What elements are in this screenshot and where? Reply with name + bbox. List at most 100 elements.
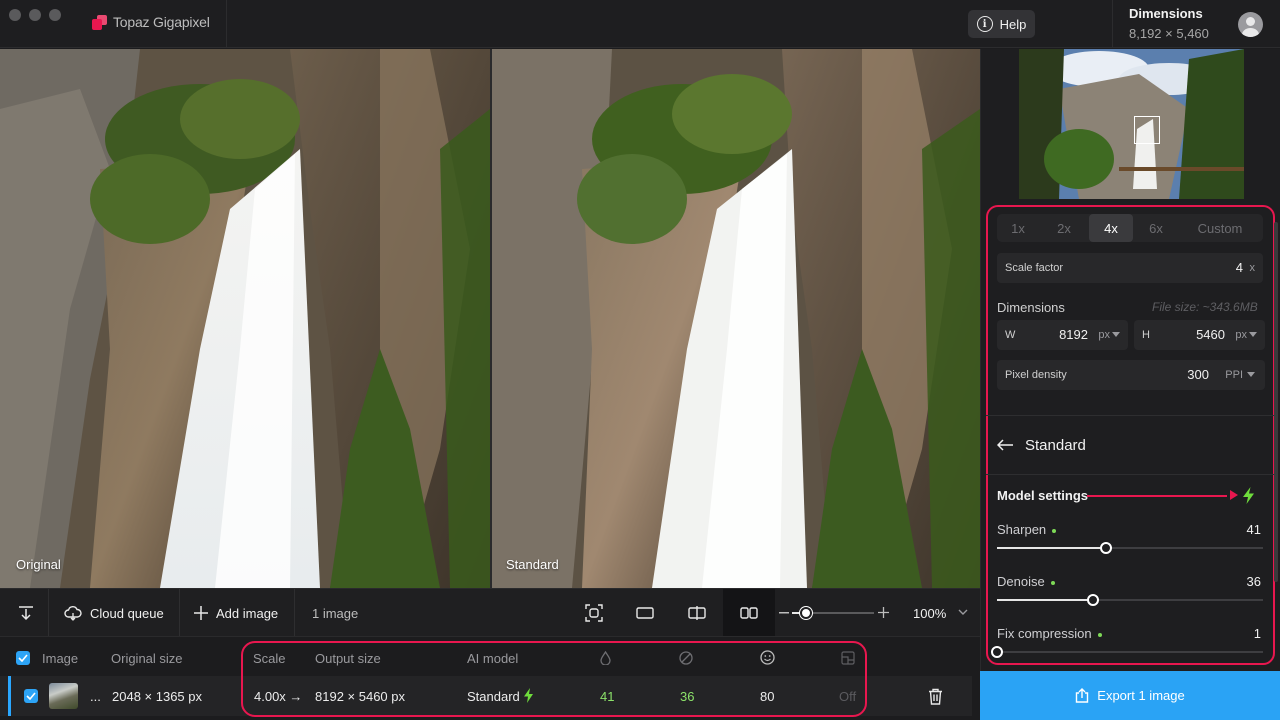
single-view-icon bbox=[627, 595, 663, 631]
sharpen-slider-handle[interactable] bbox=[1100, 542, 1112, 554]
zoom-value: 100% bbox=[913, 605, 947, 621]
width-value[interactable]: 8192 bbox=[1059, 327, 1088, 342]
image-count: 1 image bbox=[312, 605, 359, 621]
sharpen-slider-fill bbox=[997, 547, 1106, 549]
header-original-size[interactable]: Original size bbox=[111, 651, 183, 666]
model-back-button[interactable]: Standard bbox=[997, 436, 1157, 456]
output-dimensions: Dimensions 8,192 × 5,460 bbox=[1129, 6, 1209, 41]
file-size-hint: File size: ~343.6MB bbox=[1152, 300, 1258, 314]
width-unit[interactable]: px bbox=[1098, 329, 1110, 341]
model-name: Standard bbox=[1025, 437, 1086, 454]
denoise-value: 36 bbox=[1246, 574, 1261, 589]
fix-compression-value: 1 bbox=[1253, 626, 1261, 641]
dimensions-value: 8,192 × 5,460 bbox=[1129, 26, 1209, 41]
scale-option-4x[interactable]: 4x bbox=[1089, 214, 1133, 242]
scale-option-6x[interactable]: 6x bbox=[1137, 214, 1175, 242]
window-zoom-button[interactable] bbox=[49, 9, 61, 21]
sharpen-value: 41 bbox=[1246, 522, 1261, 537]
export-label: Export 1 image bbox=[1097, 688, 1185, 703]
width-field[interactable]: W 8192 px bbox=[997, 320, 1128, 350]
annotation-arrow bbox=[1087, 495, 1227, 497]
header-image[interactable]: Image bbox=[42, 651, 78, 666]
navigator-thumbnail bbox=[1019, 49, 1244, 199]
user-avatar[interactable] bbox=[1238, 12, 1263, 37]
plus-icon bbox=[194, 606, 208, 620]
scale-option-custom[interactable]: Custom bbox=[1179, 214, 1261, 242]
help-label: Help bbox=[999, 16, 1027, 32]
window-minimize-button[interactable] bbox=[29, 9, 41, 21]
pixel-density-label: Pixel density bbox=[1005, 369, 1067, 381]
cloud-queue-label: Cloud queue bbox=[90, 605, 164, 621]
split-view-button[interactable] bbox=[679, 589, 715, 637]
help-button[interactable]: i Help bbox=[968, 10, 1035, 38]
download-button[interactable] bbox=[8, 589, 44, 637]
divider bbox=[986, 415, 1275, 416]
height-unit-dropdown-icon[interactable] bbox=[1249, 332, 1257, 337]
add-image-button[interactable]: Add image bbox=[194, 589, 278, 637]
original-viewer[interactable]: Original bbox=[0, 49, 490, 588]
trash-icon[interactable] bbox=[928, 688, 943, 705]
scale-option-2x[interactable]: 2x bbox=[1043, 214, 1085, 242]
window-close-button[interactable] bbox=[9, 9, 21, 21]
arrow-left-icon bbox=[997, 439, 1013, 451]
row-selected-marker bbox=[8, 676, 11, 716]
scale-factor-field[interactable]: Scale factor 4 x bbox=[997, 253, 1263, 283]
enhanced-label: Standard bbox=[506, 557, 559, 572]
side-by-side-icon bbox=[731, 595, 767, 631]
row-checkbox[interactable] bbox=[24, 689, 38, 703]
row-original-size: 2048 × 1365 px bbox=[112, 689, 202, 704]
zoom-in-icon[interactable] bbox=[878, 607, 889, 618]
waterfall-image bbox=[0, 49, 490, 588]
panel-scrollbar[interactable] bbox=[1274, 222, 1278, 582]
pixel-density-dropdown-icon[interactable] bbox=[1247, 372, 1255, 377]
focus-view-button[interactable] bbox=[576, 589, 612, 637]
export-button[interactable]: Export 1 image bbox=[980, 671, 1280, 720]
cloud-queue-button[interactable]: Cloud queue bbox=[64, 589, 164, 637]
topaz-logo-icon bbox=[92, 14, 107, 30]
height-unit[interactable]: px bbox=[1235, 329, 1247, 341]
app-logo: Topaz Gigapixel bbox=[92, 14, 210, 30]
navigator-preview[interactable] bbox=[1019, 49, 1244, 199]
pixel-density-unit[interactable]: PPI bbox=[1225, 369, 1243, 381]
original-label: Original bbox=[16, 557, 61, 572]
denoise-label: Denoise bbox=[997, 574, 1055, 589]
enhanced-viewer[interactable]: Standard bbox=[492, 49, 980, 588]
fix-compression-slider-handle[interactable] bbox=[991, 646, 1003, 658]
scale-factor-value[interactable]: 4 bbox=[1236, 260, 1243, 275]
pixel-density-value[interactable]: 300 bbox=[1187, 367, 1209, 382]
height-field[interactable]: H 5460 px bbox=[1134, 320, 1265, 350]
highlight-box-row bbox=[241, 641, 867, 717]
zoom-dropdown-chevron-icon[interactable] bbox=[958, 609, 968, 616]
split-view-icon bbox=[679, 595, 715, 631]
single-view-button[interactable] bbox=[627, 589, 663, 637]
scan-face-icon bbox=[576, 595, 612, 631]
add-image-label: Add image bbox=[216, 605, 279, 621]
model-settings-label: Model settings bbox=[997, 488, 1089, 503]
info-icon: i bbox=[976, 16, 993, 32]
zoom-slider-handle[interactable] bbox=[800, 607, 812, 619]
height-label: H bbox=[1142, 329, 1150, 341]
height-value[interactable]: 5460 bbox=[1196, 327, 1225, 342]
dimensions-label: Dimensions bbox=[1129, 6, 1203, 21]
pixel-density-field[interactable]: Pixel density 300 PPI bbox=[997, 360, 1265, 390]
dimensions-section-label: Dimensions bbox=[997, 300, 1065, 315]
title-bar: Topaz Gigapixel i Help Dimensions 8,192 … bbox=[0, 0, 1280, 48]
row-thumbnail bbox=[49, 683, 78, 709]
annotation-arrow-head bbox=[1230, 490, 1238, 500]
scale-option-1x[interactable]: 1x bbox=[997, 214, 1039, 242]
navigator-viewport[interactable] bbox=[1134, 116, 1160, 144]
download-icon bbox=[8, 595, 44, 631]
share-export-icon bbox=[1076, 688, 1089, 703]
zoom-out-icon[interactable] bbox=[779, 612, 789, 614]
select-all-checkbox[interactable] bbox=[16, 651, 30, 665]
fix-compression-slider-track[interactable] bbox=[997, 651, 1263, 653]
width-unit-dropdown-icon[interactable] bbox=[1112, 332, 1120, 337]
cloud-icon bbox=[64, 606, 82, 621]
viewer-toolbar: Cloud queue Add image 1 image 100% bbox=[0, 588, 980, 637]
lightning-icon[interactable] bbox=[1242, 487, 1255, 504]
fix-compression-label: Fix compression bbox=[997, 626, 1102, 641]
side-by-side-view-button[interactable] bbox=[723, 589, 775, 637]
row-filename-ellipsis: ... bbox=[90, 689, 101, 704]
denoise-slider-handle[interactable] bbox=[1087, 594, 1099, 606]
denoise-slider-fill bbox=[997, 599, 1093, 601]
